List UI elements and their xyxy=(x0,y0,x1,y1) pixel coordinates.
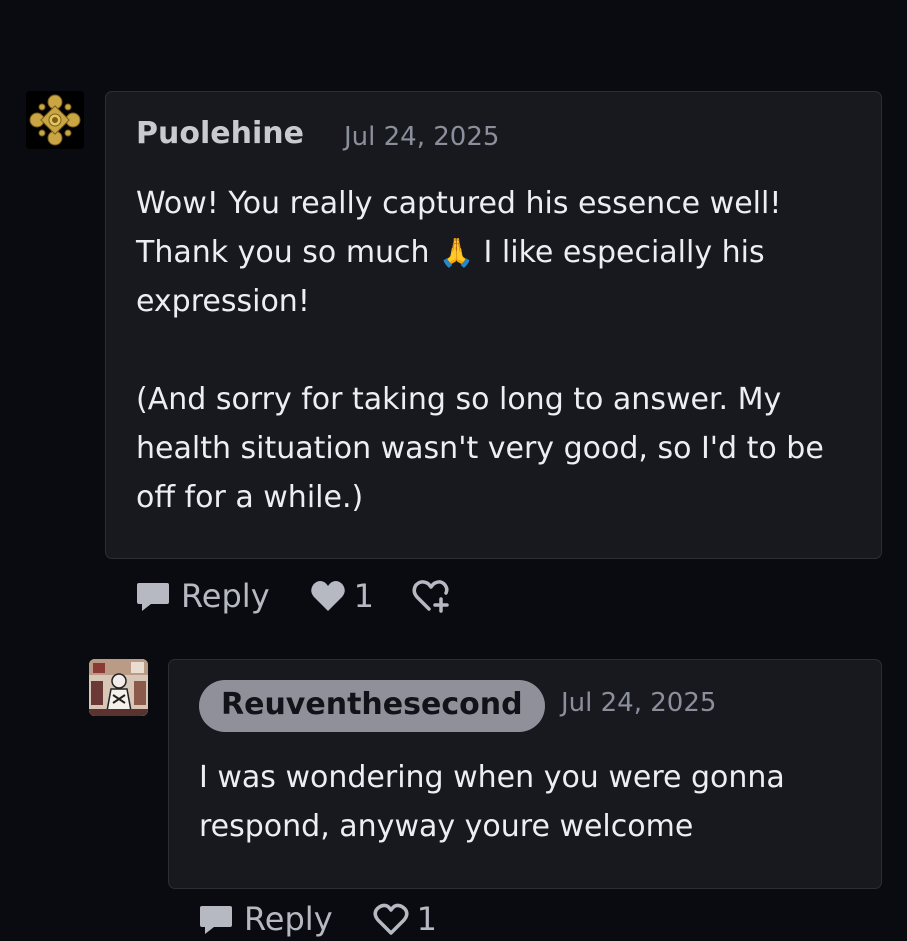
comment-card: Puolehine Jul 24, 2025 Wow! You really c… xyxy=(105,91,882,559)
avatar[interactable] xyxy=(26,91,84,149)
heart-plus-icon xyxy=(412,580,449,613)
comment-paragraph: (And sorry for taking so long to answer.… xyxy=(136,382,824,515)
like-count: 1 xyxy=(416,900,437,938)
like-button[interactable]: 1 xyxy=(310,577,374,615)
speech-bubble-icon xyxy=(137,583,169,611)
comment-author-badge[interactable]: Reuventhesecond xyxy=(199,680,545,732)
comment-body: I was wondering when you were gonna resp… xyxy=(199,760,785,844)
like-count: 1 xyxy=(353,577,374,615)
avatar[interactable] xyxy=(89,659,148,716)
comment-date: Jul 24, 2025 xyxy=(561,688,717,718)
ornament-avatar-icon xyxy=(26,91,84,149)
artwork-avatar-icon xyxy=(89,659,148,716)
tip-button[interactable] xyxy=(412,578,452,614)
reply-card: Reuventhesecond Jul 24, 2025 I was wonde… xyxy=(168,659,882,889)
comment-date: Jul 24, 2025 xyxy=(344,122,500,152)
comment-paragraph: Wow! You really captured his essence wel… xyxy=(136,179,866,326)
heart-outline-icon xyxy=(373,903,409,935)
reply-button[interactable]: Reply xyxy=(135,577,270,615)
comment-actions: Reply 1 xyxy=(198,897,475,941)
reply-label: Reply xyxy=(244,900,333,938)
comment-author[interactable]: Puolehine xyxy=(136,116,304,151)
comment-actions: Reply 1 xyxy=(135,574,452,618)
comment-body: Wow! You really captured his essence wel… xyxy=(136,179,866,522)
reply-label: Reply xyxy=(181,577,270,615)
reply-button[interactable]: Reply xyxy=(198,900,333,938)
speech-bubble-icon xyxy=(200,906,232,934)
pray-emoji-icon: 🙏 xyxy=(439,236,474,269)
heart-icon xyxy=(310,581,345,611)
like-button[interactable]: 1 xyxy=(373,900,437,938)
